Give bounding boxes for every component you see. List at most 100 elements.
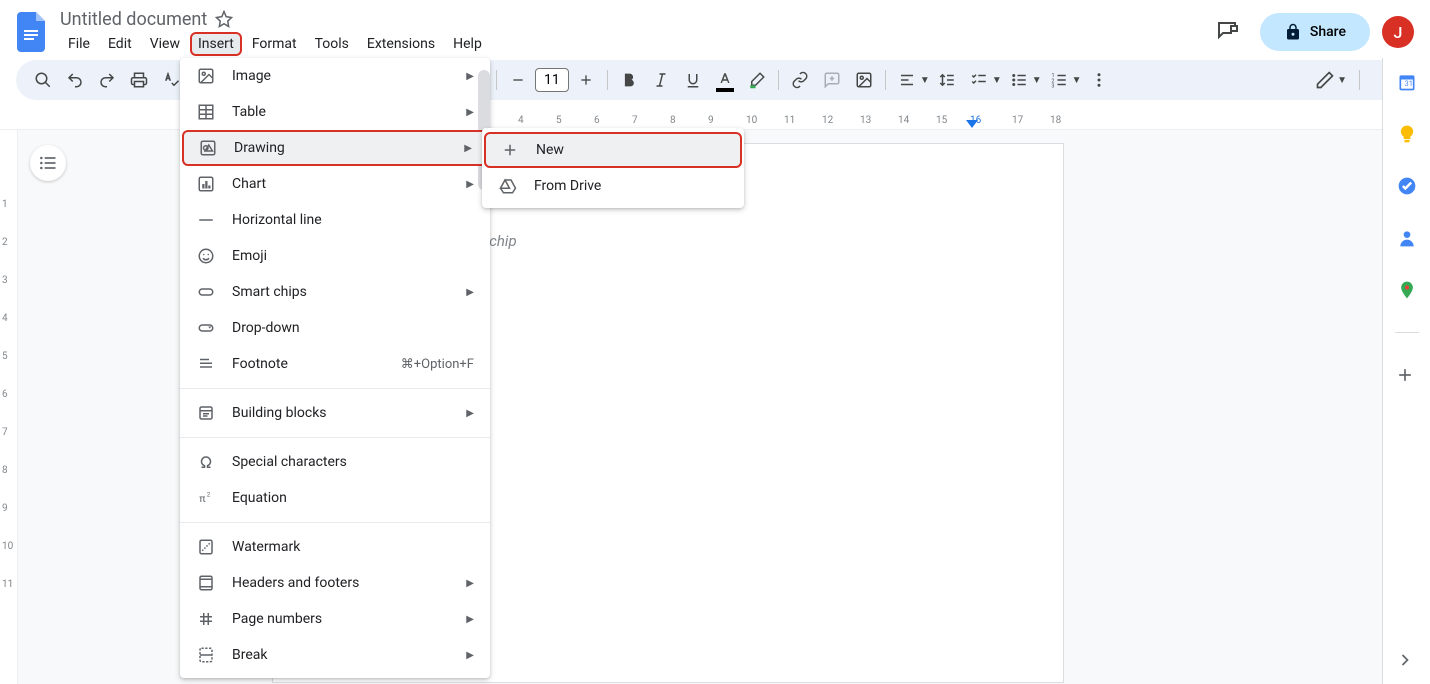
comments-icon[interactable]: [1208, 12, 1248, 52]
menu-item-footnote[interactable]: Footnote ⌘+Option+F: [180, 346, 490, 382]
menu-label: Drawing: [234, 140, 448, 156]
menu-item-image[interactable]: Image ▶: [180, 58, 490, 94]
highlight-color-icon[interactable]: [742, 65, 772, 95]
ruler-tick: 18: [1050, 115, 1061, 126]
ruler-tick: 3: [2, 275, 8, 286]
menu-format[interactable]: Format: [244, 32, 305, 56]
menu-help[interactable]: Help: [445, 32, 490, 56]
menu-edit[interactable]: Edit: [100, 32, 140, 56]
chevron-right-icon: ▶: [466, 287, 474, 298]
editing-mode-button[interactable]: ▼: [1315, 70, 1347, 90]
menu-item-building-blocks[interactable]: Building blocks ▶: [180, 395, 490, 431]
menu-item-horizontal-line[interactable]: Horizontal line: [180, 202, 490, 238]
svg-text:2: 2: [207, 492, 211, 499]
menu-item-smart-chips[interactable]: Smart chips ▶: [180, 274, 490, 310]
share-button[interactable]: Share: [1260, 13, 1370, 51]
font-size-input[interactable]: 11: [535, 68, 569, 92]
ruler-tick: 9: [708, 115, 714, 126]
chevron-right-icon: ▶: [464, 143, 472, 154]
undo-icon[interactable]: [60, 65, 90, 95]
menu-insert[interactable]: Insert: [190, 32, 242, 56]
drawing-submenu: New From Drive: [482, 128, 744, 208]
menu-item-chart[interactable]: Chart ▶: [180, 166, 490, 202]
line-spacing-icon[interactable]: [932, 65, 962, 95]
chevron-right-icon: ▶: [466, 107, 474, 118]
ruler-tick: 10: [2, 541, 13, 552]
menu-item-emoji[interactable]: Emoji: [180, 238, 490, 274]
search-icon[interactable]: [28, 65, 58, 95]
chevron-down-icon: ▼: [1337, 75, 1347, 86]
add-addon-icon[interactable]: [1395, 365, 1419, 389]
svg-text:π: π: [199, 492, 206, 505]
menu-item-special-characters[interactable]: Special characters: [180, 444, 490, 480]
ruler-tick: 7: [632, 115, 638, 126]
menu-item-equation[interactable]: π2 Equation: [180, 480, 490, 516]
keep-icon[interactable]: [1397, 124, 1417, 144]
menu-file[interactable]: File: [60, 32, 98, 56]
submenu-item-from-drive[interactable]: From Drive: [482, 168, 744, 204]
italic-icon[interactable]: [646, 65, 676, 95]
user-avatar[interactable]: J: [1382, 16, 1414, 48]
hide-panel-icon[interactable]: [1395, 650, 1419, 674]
emoji-icon: [196, 246, 216, 266]
decrease-font-size-icon[interactable]: [503, 65, 533, 95]
header: Untitled document File Edit View Insert …: [0, 0, 1430, 56]
menu-item-dropdown[interactable]: Drop-down: [180, 310, 490, 346]
submenu-item-new[interactable]: New: [484, 132, 742, 168]
menu-label: Drop-down: [232, 320, 474, 336]
numbered-list-icon[interactable]: 123: [1044, 65, 1074, 95]
insert-link-icon[interactable]: [785, 65, 815, 95]
menu-item-table[interactable]: Table ▶: [180, 94, 490, 130]
side-panel: 31: [1382, 58, 1430, 684]
menu-item-break[interactable]: Break ▶: [180, 637, 490, 673]
menu-label: From Drive: [534, 178, 728, 194]
menu-item-watermark[interactable]: Watermark: [180, 529, 490, 565]
ruler-tick: 9: [2, 503, 8, 514]
plus-icon: [500, 140, 520, 160]
chevron-down-icon[interactable]: ▼: [1072, 75, 1082, 86]
omega-icon: [196, 452, 216, 472]
menu-label: Break: [232, 647, 450, 663]
print-icon[interactable]: [124, 65, 154, 95]
text-color-icon[interactable]: [710, 65, 740, 95]
chevron-down-icon[interactable]: ▼: [992, 75, 1002, 86]
chevron-right-icon: ▶: [466, 578, 474, 589]
chevron-down-icon[interactable]: ▼: [1032, 75, 1042, 86]
pen-icon: [1315, 70, 1335, 90]
equation-icon: π2: [196, 488, 216, 508]
docs-logo-icon[interactable]: [14, 10, 50, 54]
redo-icon[interactable]: [92, 65, 122, 95]
underline-icon[interactable]: [678, 65, 708, 95]
menu-extensions[interactable]: Extensions: [359, 32, 443, 56]
checklist-icon[interactable]: [964, 65, 994, 95]
insert-image-icon[interactable]: [849, 65, 879, 95]
menu-label: Emoji: [232, 248, 474, 264]
lock-icon: [1284, 23, 1302, 41]
bold-icon[interactable]: [614, 65, 644, 95]
vertical-ruler: 1 2 3 4 5 6 7 8 9 10 11: [0, 129, 18, 684]
align-icon[interactable]: [892, 65, 922, 95]
tasks-icon[interactable]: [1397, 176, 1417, 196]
star-icon[interactable]: [215, 10, 233, 28]
insert-comment-icon[interactable]: [817, 65, 847, 95]
ruler-marker-icon[interactable]: [966, 120, 978, 128]
chevron-down-icon[interactable]: ▼: [920, 75, 930, 86]
outline-toggle-button[interactable]: [30, 145, 66, 181]
menu-tools[interactable]: Tools: [307, 32, 357, 56]
document-title[interactable]: Untitled document: [60, 9, 207, 30]
footnote-icon: [196, 354, 216, 374]
maps-icon[interactable]: [1397, 280, 1417, 300]
chevron-right-icon: ▶: [466, 408, 474, 419]
more-icon[interactable]: [1084, 65, 1114, 95]
menu-item-drawing[interactable]: Drawing ▶: [182, 130, 488, 166]
menu-item-headers-footers[interactable]: Headers and footers ▶: [180, 565, 490, 601]
menu-view[interactable]: View: [142, 32, 188, 56]
calendar-icon[interactable]: 31: [1397, 72, 1417, 92]
chevron-right-icon: ▶: [466, 71, 474, 82]
bulleted-list-icon[interactable]: [1004, 65, 1034, 95]
increase-font-size-icon[interactable]: [571, 65, 601, 95]
ruler-tick: 5: [556, 115, 562, 126]
chevron-right-icon: ▶: [466, 179, 474, 190]
contacts-icon[interactable]: [1397, 228, 1417, 248]
menu-item-page-numbers[interactable]: Page numbers ▶: [180, 601, 490, 637]
